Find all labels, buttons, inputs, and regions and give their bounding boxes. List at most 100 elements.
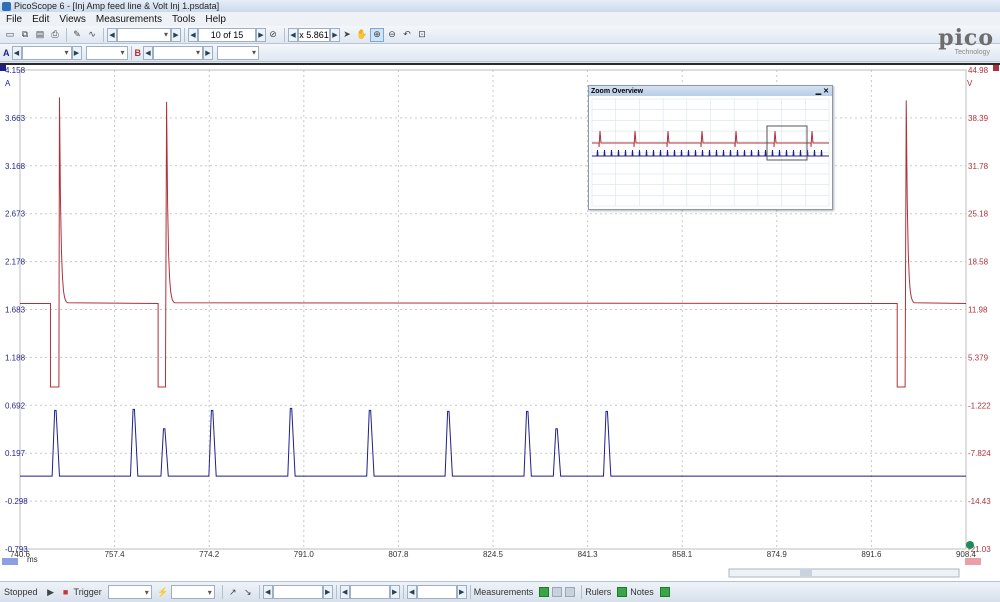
- buffer-next-button[interactable]: ▶: [256, 27, 266, 42]
- menu-views[interactable]: Views: [59, 14, 86, 25]
- left-axis-unit: A: [5, 79, 11, 88]
- x-tick-label: 858.1: [672, 550, 693, 559]
- signal-gen-icon[interactable]: ∿: [85, 28, 99, 42]
- oscilloscope-chart[interactable]: 4.158 3.663 3.168 2.673 2.178 1.683 1.188 0.692…: [0, 65, 1000, 581]
- x-tick-label: 824.5: [483, 550, 504, 559]
- left-tick-label: 2.178: [5, 258, 26, 267]
- app-icon: [2, 1, 11, 11]
- add-measurement-icon[interactable]: [539, 587, 550, 597]
- zoom-out-icon[interactable]: ⊖: [385, 28, 399, 42]
- status-bar: Stopped ▶ ■ Trigger ▾ ⚡ ▾ ↗ ↘ ◀ ▶ ◀ ▶ ◀ …: [0, 581, 1000, 602]
- channel-a-coupling-combo[interactable]: ▾: [85, 45, 128, 60]
- hand-tool-icon[interactable]: ✋: [355, 28, 369, 42]
- menu-edit[interactable]: Edit: [32, 14, 49, 25]
- trigger-source-combo[interactable]: ▾: [170, 585, 215, 599]
- trigger-mode-combo[interactable]: ▾: [107, 585, 152, 599]
- timebase-prev-button[interactable]: ◀: [107, 27, 117, 42]
- channel-a-label: A: [3, 47, 10, 58]
- channel-a-range-combo[interactable]: ▾: [21, 45, 72, 60]
- notes-icon[interactable]: [659, 587, 670, 597]
- zoom-to-fit-icon[interactable]: ⊡: [415, 28, 429, 42]
- delay-next[interactable]: ▶: [456, 585, 467, 599]
- channel-b-prev-button[interactable]: ◀: [143, 45, 153, 60]
- channel-b-label: B: [134, 47, 142, 58]
- channel-b-coupling-combo[interactable]: ▾: [217, 45, 259, 60]
- zoom-in-icon[interactable]: ⊕: [370, 27, 384, 42]
- menu-bar: File Edit Views Measurements Tools Help: [0, 12, 1000, 26]
- left-tick-label: 3.168: [5, 162, 26, 171]
- channel-b-tag[interactable]: [993, 65, 999, 71]
- x-tick-label: 841.3: [578, 550, 599, 559]
- channel-a-next-button[interactable]: ▶: [71, 45, 82, 60]
- timebase-combo[interactable]: ▾: [117, 27, 171, 42]
- channel-a-tag[interactable]: [0, 65, 6, 71]
- zoom-overview-controls[interactable]: ▁ ✕: [816, 87, 829, 95]
- horizontal-scrollbar[interactable]: [728, 568, 960, 578]
- right-tick-label: 31.78: [968, 162, 989, 171]
- probe-icon[interactable]: ✎: [70, 28, 84, 42]
- rising-edge-icon[interactable]: ↗: [226, 585, 240, 599]
- ruler-a-handle[interactable]: [2, 558, 18, 565]
- advanced-trigger-icon[interactable]: ⚡: [156, 585, 170, 599]
- zoom-factor-field[interactable]: x 5.861: [298, 27, 330, 42]
- right-tick-label: 5.379: [968, 353, 989, 362]
- x-tick-label: 874.9: [767, 550, 788, 559]
- zoom-prev-button[interactable]: ◀: [288, 27, 298, 42]
- menu-measurements[interactable]: Measurements: [96, 14, 162, 25]
- channel-a-prev-button[interactable]: ◀: [11, 45, 22, 60]
- buffer-position-field[interactable]: 10 of 15: [198, 27, 256, 42]
- menu-file[interactable]: File: [6, 14, 22, 25]
- zoom-next-button[interactable]: ▶: [330, 27, 340, 42]
- run-state: Stopped: [4, 587, 38, 597]
- save-icon[interactable]: ▤: [33, 28, 47, 42]
- delay-prev[interactable]: ◀: [406, 585, 417, 599]
- timebase-next-button[interactable]: ▶: [171, 27, 181, 42]
- right-axis-unit: V: [967, 79, 973, 88]
- x-tick-label: 757.4: [105, 550, 126, 559]
- left-tick-label: 0.197: [5, 449, 26, 458]
- zoom-overview-title: Zoom Overview: [591, 87, 644, 95]
- undo-zoom-icon[interactable]: ↶: [400, 28, 414, 42]
- scrollbar-thumb[interactable]: [800, 570, 812, 576]
- logo-word: pico: [938, 25, 994, 51]
- delete-measurement-icon[interactable]: [565, 587, 576, 597]
- trigger-level-next[interactable]: ▶: [322, 585, 333, 599]
- left-tick-label: 2.673: [5, 210, 26, 219]
- select-tool-icon[interactable]: ➤: [340, 28, 354, 42]
- offset-indicator-icon[interactable]: [966, 541, 974, 549]
- x-tick-label: 908.4: [956, 550, 977, 559]
- menu-tools[interactable]: Tools: [172, 14, 195, 25]
- delay-field[interactable]: [416, 585, 457, 599]
- ruler-b-handle[interactable]: [965, 558, 981, 565]
- menu-help[interactable]: Help: [205, 14, 226, 25]
- channel-b-range-combo[interactable]: ▾: [153, 45, 203, 60]
- window-title: PicoScope 6 - [Inj Amp feed line & Volt …: [14, 1, 220, 11]
- copy-icon[interactable]: ⧉: [18, 28, 32, 42]
- rulers-icon[interactable]: [617, 587, 628, 597]
- buffer-navigator-icon[interactable]: ⊘: [266, 28, 280, 42]
- pretrigger-next[interactable]: ▶: [389, 585, 400, 599]
- trigger-label: Trigger: [73, 587, 102, 597]
- print-icon[interactable]: ⎙: [48, 28, 62, 42]
- x-tick-label: 774.2: [199, 550, 220, 559]
- pretrigger-prev[interactable]: ◀: [339, 585, 350, 599]
- stop-icon[interactable]: ■: [59, 585, 73, 599]
- scope-view[interactable]: 4.158 3.663 3.168 2.673 2.178 1.683 1.188 0.692…: [0, 63, 1000, 581]
- pretrigger-field[interactable]: [349, 585, 390, 599]
- buffer-prev-button[interactable]: ◀: [188, 27, 198, 42]
- right-tick-label: 18.58: [968, 258, 989, 267]
- right-tick-label: -7.824: [968, 449, 991, 458]
- falling-edge-icon[interactable]: ↘: [241, 585, 255, 599]
- run-icon[interactable]: ▶: [44, 585, 58, 599]
- notes-label: Notes: [630, 587, 654, 597]
- zoom-overview-chart[interactable]: [589, 96, 832, 209]
- right-tick-label: 38.39: [968, 114, 989, 123]
- channel-b-next-button[interactable]: ▶: [203, 45, 213, 60]
- zoom-overview-header[interactable]: Zoom Overview ▁ ✕: [589, 86, 832, 96]
- zoom-overview-panel[interactable]: Zoom Overview ▁ ✕: [588, 85, 833, 210]
- edit-measurement-icon[interactable]: [552, 587, 563, 597]
- trigger-level-prev[interactable]: ◀: [262, 585, 273, 599]
- open-icon[interactable]: ▭: [3, 28, 17, 42]
- trigger-level-field[interactable]: [272, 585, 323, 599]
- left-tick-label: -0.298: [5, 497, 28, 506]
